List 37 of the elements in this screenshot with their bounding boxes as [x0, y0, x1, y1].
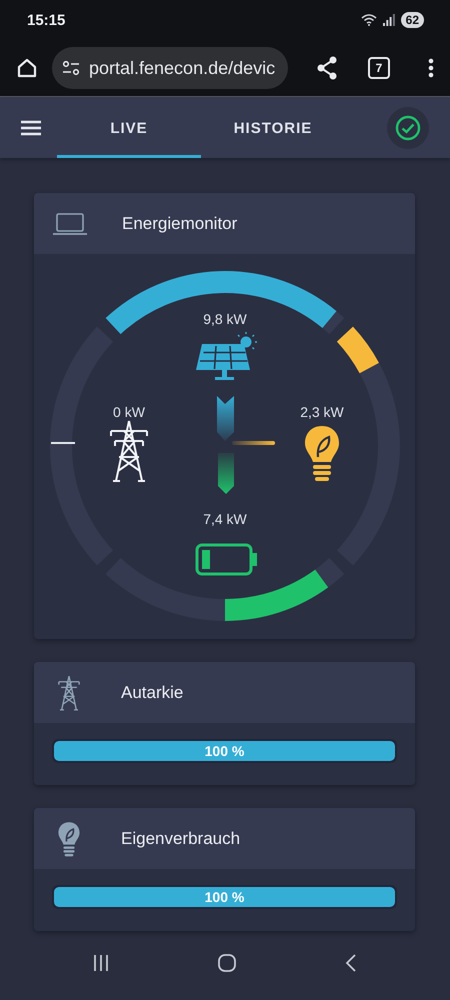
grid-marker [51, 442, 75, 444]
tune-icon[interactable] [62, 61, 80, 75]
home-icon[interactable] [16, 57, 38, 79]
power-reading: 2,3 kW [300, 404, 344, 420]
power-reading: 7,4 kW [203, 511, 247, 527]
percentage-value: 100 % [204, 889, 244, 905]
home-button-icon[interactable] [216, 953, 237, 973]
card-title: Energiemonitor [122, 214, 238, 234]
menu-icon[interactable] [20, 120, 42, 136]
clock-time: 15:15 [27, 12, 66, 28]
battery-icon [197, 545, 257, 574]
nav-tab[interactable]: LIVE [57, 97, 201, 158]
flow-arrow [217, 396, 234, 441]
share-icon[interactable] [316, 56, 338, 80]
battery-indicator: 62 [400, 12, 424, 28]
back-icon[interactable] [344, 954, 358, 972]
power-reading: 0 kW [113, 404, 145, 420]
card-title: Eigenverbrauch [121, 828, 240, 848]
card-title: Autarkie [121, 682, 184, 702]
power-reading: 9,8 kW [203, 311, 247, 327]
recents-icon[interactable] [92, 954, 110, 972]
signal-icon [382, 14, 395, 26]
more-icon[interactable] [428, 58, 434, 78]
tab-count-button[interactable]: 7 [368, 57, 390, 79]
solar-panel-icon [196, 332, 257, 380]
percentage-value: 100 % [204, 743, 244, 759]
flow-arrow [218, 453, 234, 494]
power-pylon-icon [111, 421, 147, 481]
connection-status-button[interactable] [387, 106, 429, 148]
lightbulb-icon [57, 820, 81, 856]
lightbulb-icon [305, 426, 339, 481]
address-field[interactable]: portal.fenecon.de/devic [52, 47, 288, 89]
wifi-icon [360, 14, 377, 26]
laptop-icon [52, 212, 88, 236]
power-pylon-icon [57, 674, 81, 710]
check-circle-icon [395, 114, 421, 140]
nav-tab[interactable]: HISTORIE [201, 97, 345, 158]
